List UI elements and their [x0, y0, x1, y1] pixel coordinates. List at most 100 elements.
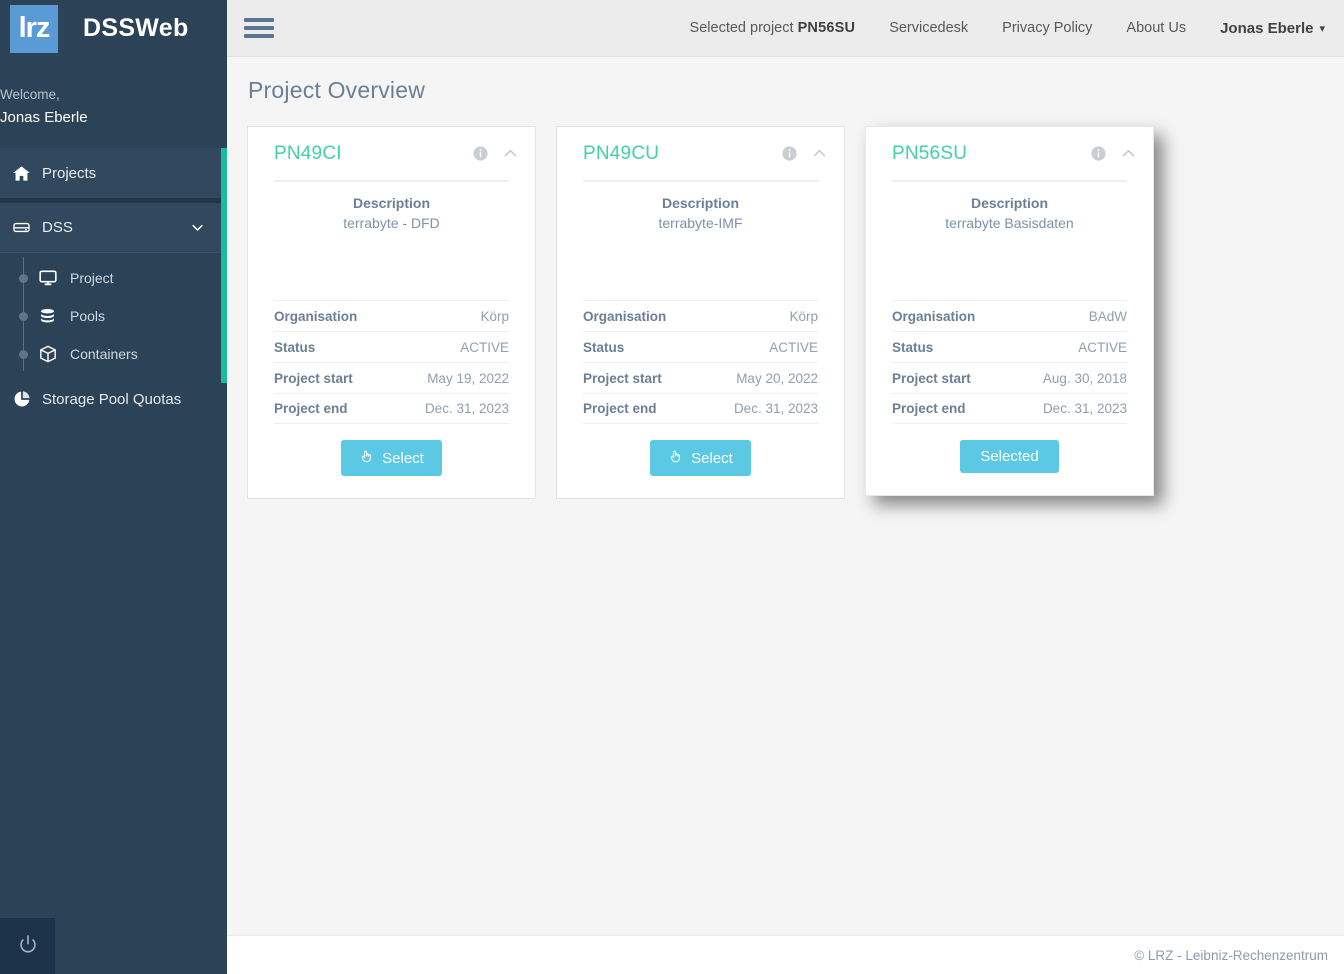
sidebar-item-dss-label: DSS — [42, 219, 73, 236]
hard-drive-icon — [12, 218, 40, 237]
select-project-button[interactable]: Select — [650, 440, 751, 476]
hamburger-icon[interactable] — [241, 10, 277, 46]
nav-link-privacy-policy[interactable]: Privacy Policy — [985, 20, 1109, 36]
chevron-up-icon[interactable] — [502, 145, 519, 162]
project-card[interactable]: PN49CI Description terrabyte - DFD Organ… — [247, 126, 536, 499]
description-label: Description — [352, 195, 430, 211]
detail-row-project-start: Project start May 19, 2022 — [274, 362, 509, 393]
sidebar-item-project[interactable]: Project — [0, 259, 227, 297]
project-end-value: Dec. 31, 2023 — [1042, 401, 1127, 416]
page-title: Project Overview — [248, 77, 426, 103]
project-start-value: May 19, 2022 — [427, 370, 509, 386]
organisation-label: Organisation — [892, 308, 976, 324]
detail-row-organisation: Organisation Körp — [583, 300, 818, 331]
sidebar-item-containers-label: Containers — [70, 346, 138, 362]
selected-button-label: Selected — [980, 448, 1039, 465]
organisation-label: Organisation — [583, 308, 667, 324]
monitor-icon — [38, 268, 68, 288]
chevron-down-icon[interactable] — [190, 220, 205, 235]
organisation-label: Organisation — [274, 308, 358, 324]
project-card-header: PN49CI — [248, 127, 535, 180]
sidebar-accent-bar — [221, 148, 227, 198]
description-label: Description — [661, 195, 739, 211]
detail-row-organisation: Organisation BAdW — [892, 300, 1127, 331]
project-start-value: Aug. 30, 2018 — [1042, 370, 1127, 386]
welcome-user-name: Jonas Eberle — [0, 109, 88, 126]
welcome-label: Welcome, — [0, 87, 60, 102]
project-card-header: PN56SU — [866, 127, 1153, 180]
database-icon — [38, 307, 68, 326]
sidebar-item-storage-pool-quotas[interactable]: Storage Pool Quotas — [0, 377, 227, 421]
select-project-button[interactable]: Select — [341, 440, 442, 476]
sidebar-section-dss: DSS Project Pools Containers — [0, 197, 227, 383]
nav-link-about-us[interactable]: About Us — [1109, 20, 1203, 36]
sidebar-item-pools[interactable]: Pools — [0, 297, 227, 335]
project-card-title: PN56SU — [892, 142, 968, 164]
project-description-area: Description terrabyte - DFD — [248, 182, 535, 300]
detail-row-status: Status ACTIVE — [274, 331, 509, 362]
pie-chart-icon — [12, 389, 40, 409]
selected-project-button[interactable]: Selected — [960, 440, 1059, 473]
main-content: Project Overview PN49CI Description terr… — [227, 57, 1344, 935]
project-description: terrabyte Basisdaten — [945, 215, 1074, 231]
project-card-list: PN49CI Description terrabyte - DFD Organ… — [227, 104, 1344, 499]
detail-row-project-end: Project end Dec. 31, 2023 — [274, 393, 509, 424]
sidebar: lrz DSSWeb Welcome, Jonas Eberle Project… — [0, 0, 227, 974]
selected-project-indicator[interactable]: Selected project PN56SU — [673, 20, 873, 36]
hand-pointer-icon — [668, 449, 683, 467]
project-end-label: Project end — [583, 401, 657, 416]
power-button[interactable] — [0, 918, 55, 974]
sidebar-item-storage-pool-quotas-label: Storage Pool Quotas — [42, 390, 182, 408]
selected-project-prefix: Selected project — [689, 20, 798, 36]
chevron-up-icon[interactable] — [1120, 145, 1137, 162]
project-card-selected[interactable]: PN56SU Description terrabyte Basisdaten — [865, 126, 1154, 496]
detail-row-project-start: Project start Aug. 30, 2018 — [892, 362, 1127, 393]
organisation-value: BAdW — [1088, 308, 1127, 324]
select-button-label: Select — [382, 449, 424, 467]
box-icon — [38, 344, 68, 364]
detail-row-project-end: Project end Dec. 31, 2023 — [892, 393, 1127, 424]
project-end-label: Project end — [892, 401, 966, 416]
chevron-up-icon[interactable] — [811, 145, 828, 162]
info-circle-icon[interactable] — [781, 145, 798, 162]
project-detail-list: Organisation Körp Status ACTIVE Project … — [248, 300, 535, 424]
project-end-value: Dec. 31, 2023 — [424, 401, 509, 416]
project-detail-list: Organisation BAdW Status ACTIVE Project … — [866, 300, 1153, 424]
application-root: lrz DSSWeb Welcome, Jonas Eberle Project… — [0, 0, 1344, 974]
sidebar-accent-bar-dss — [221, 197, 227, 383]
subnav-dot — [19, 274, 28, 283]
project-description-area: Description terrabyte Basisdaten — [866, 182, 1153, 300]
subnav-dot — [19, 312, 28, 321]
project-detail-list: Organisation Körp Status ACTIVE Project … — [557, 300, 844, 424]
brand[interactable]: lrz DSSWeb — [0, 0, 227, 57]
lrz-logo: lrz — [10, 4, 58, 53]
sidebar-item-pools-label: Pools — [70, 308, 106, 324]
project-card[interactable]: PN49CU Description terrabyte-IMF Organis… — [556, 126, 845, 499]
sidebar-item-project-label: Project — [70, 270, 114, 286]
sidebar-item-projects[interactable]: Projects — [0, 148, 227, 198]
status-label: Status — [583, 339, 625, 355]
user-menu[interactable]: Jonas Eberle ▾ — [1203, 20, 1325, 37]
sidebar-item-dss[interactable]: DSS — [0, 203, 227, 253]
sidebar-item-containers[interactable]: Containers — [0, 335, 227, 373]
copyright-text: © LRZ - Leibniz-Rechenzentrum — [1134, 947, 1328, 963]
status-value: ACTIVE — [769, 339, 818, 355]
status-value: ACTIVE — [1078, 339, 1127, 355]
project-card-title: PN49CI — [274, 142, 342, 164]
chevron-down-icon: ▾ — [1319, 22, 1325, 35]
info-circle-icon[interactable] — [1090, 145, 1107, 162]
project-start-value: May 20, 2022 — [736, 370, 818, 386]
info-circle-icon[interactable] — [472, 145, 489, 162]
detail-row-project-end: Project end Dec. 31, 2023 — [583, 393, 818, 424]
nav-link-servicedesk[interactable]: Servicedesk — [872, 20, 985, 36]
selected-project-code: PN56SU — [797, 20, 856, 36]
project-start-label: Project start — [274, 370, 353, 386]
project-end-label: Project end — [274, 401, 348, 416]
status-value: ACTIVE — [460, 339, 509, 355]
organisation-value: Körp — [480, 308, 509, 324]
project-start-label: Project start — [892, 370, 971, 386]
detail-row-status: Status ACTIVE — [892, 331, 1127, 362]
project-end-value: Dec. 31, 2023 — [733, 401, 818, 416]
project-card-title: PN49CU — [583, 142, 660, 164]
footer: © LRZ - Leibniz-Rechenzentrum — [227, 935, 1344, 974]
